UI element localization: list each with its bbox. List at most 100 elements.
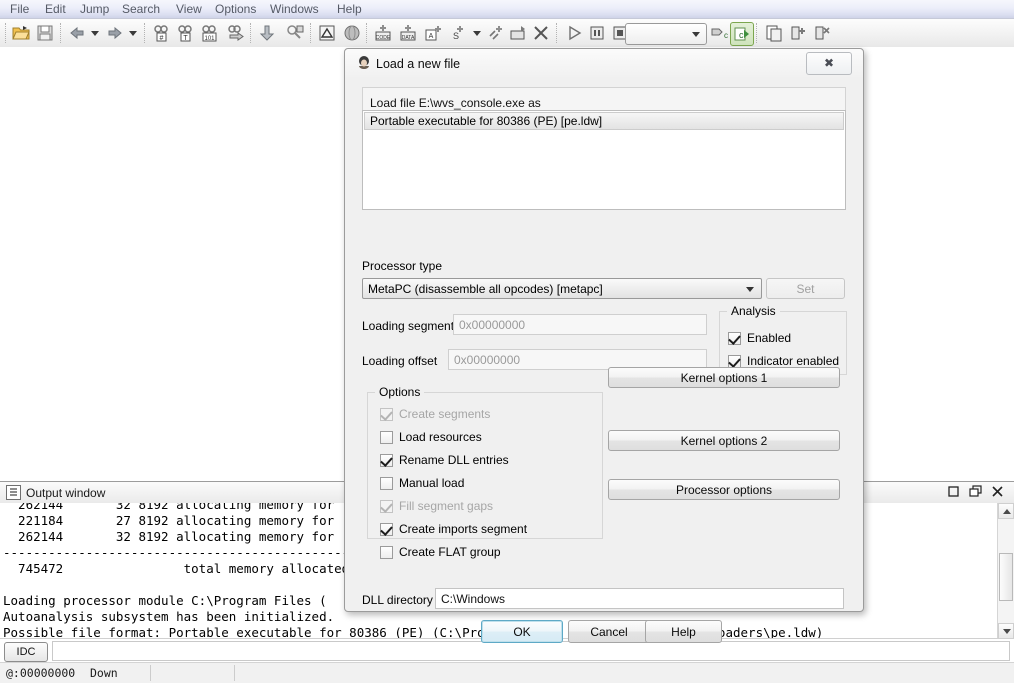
search-next-icon[interactable] <box>225 22 247 44</box>
checkbox-box <box>380 408 393 421</box>
toolbar-separator <box>756 23 758 43</box>
step-over-icon[interactable]: c <box>730 22 754 46</box>
dialog-title: Load a new file <box>376 57 461 71</box>
debugger-combo[interactable] <box>625 23 707 45</box>
checkbox-box <box>380 454 393 467</box>
file-type-list[interactable]: Portable executable for 80386 (PE) [pe.l… <box>362 110 846 210</box>
dialog-title-bar[interactable]: Load a new file ✖ <box>345 49 863 79</box>
dll-directory-label: DLL directory <box>362 593 433 607</box>
cancel-button[interactable]: Cancel <box>568 620 650 643</box>
kernel-options-2-button[interactable]: Kernel options 2 <box>608 430 840 451</box>
set-button[interactable]: Set <box>766 278 845 299</box>
menu-item-edit[interactable]: Edit <box>39 2 72 16</box>
menu-item-view[interactable]: View <box>170 2 208 16</box>
checkbox-box <box>380 523 393 536</box>
svg-text:CODE: CODE <box>376 35 391 41</box>
checkbox-label: Create imports segment <box>399 522 528 536</box>
save-icon[interactable] <box>34 22 56 44</box>
svg-text:#: # <box>160 35 164 42</box>
toolbar-separator <box>310 23 312 43</box>
open-subviews-icon[interactable] <box>763 22 785 44</box>
step-into-icon[interactable]: c <box>708 22 730 44</box>
ok-button[interactable]: OK <box>481 620 563 643</box>
make-data-icon[interactable]: DATA <box>397 22 419 44</box>
make-array-icon[interactable] <box>485 22 507 44</box>
cascade-icon[interactable] <box>969 485 984 500</box>
forward-dropdown-icon[interactable] <box>122 22 144 44</box>
dialog-close-button[interactable]: ✖ <box>806 52 852 75</box>
idc-button[interactable]: IDC <box>4 642 48 662</box>
kernel-options-1-button[interactable]: Kernel options 1 <box>608 367 840 388</box>
idc-input[interactable] <box>52 641 1010 661</box>
make-code-icon[interactable]: CODE <box>372 22 394 44</box>
globe-icon[interactable] <box>341 22 363 44</box>
check-icon <box>380 408 393 421</box>
file-type-list-item[interactable]: Portable executable for 80386 (PE) [pe.l… <box>364 112 844 130</box>
checkbox-label: Indicator enabled <box>747 354 840 368</box>
warning-icon[interactable] <box>316 22 338 44</box>
svg-text:S: S <box>453 31 459 41</box>
options-group: Options Create segments Load resources R… <box>367 385 603 559</box>
status-bar: @:00000000 Down <box>0 662 1014 683</box>
toolbar: # T 101 CODE DATA A S c c <box>0 19 1014 48</box>
svg-text:c: c <box>724 31 728 40</box>
help-button[interactable]: Help <box>645 620 722 643</box>
make-ascii-icon[interactable]: A <box>422 22 444 44</box>
svg-text:T: T <box>183 35 188 42</box>
make-struct-icon[interactable]: S <box>446 22 468 44</box>
menu-item-search[interactable]: Search <box>116 2 166 16</box>
output-window-icon <box>6 485 21 500</box>
triangle-up-icon <box>1003 509 1011 514</box>
svg-text:DATA: DATA <box>402 35 415 41</box>
menu-item-help[interactable]: Help <box>331 2 368 16</box>
analysis-group-label: Analysis <box>727 304 780 318</box>
restore-icon[interactable] <box>947 485 962 500</box>
check-icon <box>380 500 393 513</box>
status-divider <box>150 665 151 681</box>
processor-options-button[interactable]: Processor options <box>608 479 840 500</box>
run-icon[interactable] <box>563 22 585 44</box>
check-icon <box>380 454 393 467</box>
checkbox-label: Manual load <box>399 476 465 490</box>
delete-icon[interactable] <box>530 22 552 44</box>
back-dropdown-icon[interactable] <box>84 22 106 44</box>
toolbar-separator <box>556 23 558 43</box>
scrollbar-thumb[interactable] <box>999 553 1013 601</box>
checkbox-label: Enabled <box>747 331 792 345</box>
toolbar-separator <box>5 23 7 43</box>
search-text-icon[interactable]: T <box>174 22 196 44</box>
check-icon <box>728 332 741 345</box>
dll-directory-input[interactable]: C:\Windows <box>435 588 844 609</box>
open-folder-icon[interactable] <box>10 22 32 44</box>
checkbox-label: Fill segment gaps <box>399 499 494 513</box>
menu-item-jump[interactable]: Jump <box>74 2 115 16</box>
processor-type-combo[interactable]: MetaPC (disassemble all opcodes) [metapc… <box>362 278 762 299</box>
menu-item-options[interactable]: Options <box>209 2 262 16</box>
check-icon <box>380 523 393 536</box>
add-breakpoint-icon[interactable] <box>787 22 809 44</box>
toolbar-separator <box>60 23 62 43</box>
scroll-down-button[interactable] <box>998 623 1014 639</box>
jump-down-icon[interactable] <box>256 22 278 44</box>
check-icon <box>728 355 741 368</box>
menu-item-file[interactable]: File <box>4 2 35 16</box>
svg-text:c: c <box>739 30 744 40</box>
pause-icon[interactable] <box>586 22 608 44</box>
loading-segment-input[interactable]: 0x00000000 <box>453 314 707 335</box>
loading-offset-label: Loading offset <box>362 354 438 368</box>
load-file-text: Load file E:\wvs_console.exe as <box>370 96 541 110</box>
analysis-group: Analysis Enabled Indicator enabled <box>719 304 847 375</box>
svg-text:101: 101 <box>204 36 215 42</box>
search-immediate-icon[interactable]: 101 <box>198 22 220 44</box>
menu-item-windows[interactable]: Windows <box>264 2 325 16</box>
toolbar-separator <box>144 23 146 43</box>
status-divider <box>234 665 235 681</box>
scroll-up-button[interactable] <box>998 503 1014 519</box>
output-scrollbar[interactable] <box>997 503 1014 639</box>
no-search-icon[interactable] <box>284 22 306 44</box>
chevron-down-icon <box>746 287 754 292</box>
undefine-icon[interactable] <box>507 22 529 44</box>
close-icon[interactable] <box>991 485 1006 500</box>
delete-breakpoint-icon[interactable] <box>811 22 833 44</box>
search-binary-icon[interactable]: # <box>150 22 172 44</box>
